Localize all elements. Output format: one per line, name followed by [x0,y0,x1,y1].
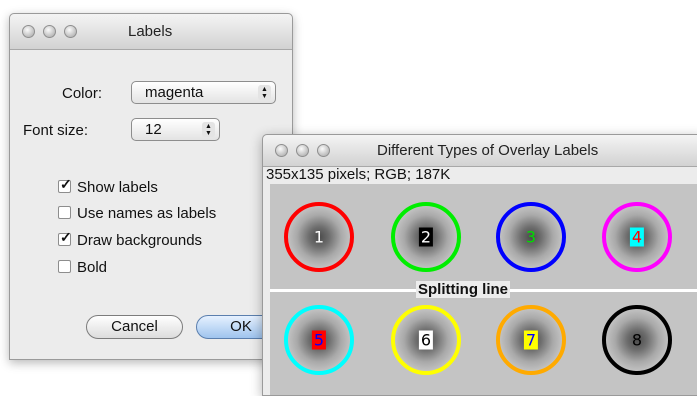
font-size-select-value: 12 [145,121,162,138]
checkmark-icon: ✓ [60,229,72,245]
font-size-select[interactable]: 12 ▲ ▼ [131,118,220,141]
bold-label: Bold [77,259,108,276]
close-window-icon[interactable] [22,25,35,38]
checkmark-icon: ✓ [60,176,72,192]
checkbox-box[interactable] [58,260,71,273]
zoom-window-icon[interactable] [317,144,330,157]
circle-label-5: 5 [311,330,327,350]
labels-title-bar[interactable]: Labels [10,14,292,50]
draw-backgrounds-checkbox[interactable]: ✓ Draw backgrounds [58,229,203,249]
circle-1: 1 [284,202,354,272]
cancel-button[interactable]: Cancel [86,315,183,339]
draw-backgrounds-label: Draw backgrounds [77,232,203,249]
image-canvas[interactable]: 1 2 3 4 Splitting line 5 6 7 8 [270,184,697,395]
use-names-as-labels-checkbox[interactable]: Use names as labels [58,205,216,222]
color-label: Color: [62,85,103,102]
circle-2: 2 [391,202,461,272]
circle-5: 5 [284,305,354,375]
minimize-window-icon[interactable] [296,144,309,157]
circle-4: 4 [602,202,672,272]
labels-dialog: Labels Color: magenta ▲ ▼ Font size: 12 ▲… [9,13,293,360]
font-size-label: Font size: [23,122,89,139]
checkbox-box[interactable]: ✓ [58,176,72,193]
circle-6: 6 [391,305,461,375]
circle-label-3: 3 [525,227,537,247]
circle-label-4: 4 [629,227,645,247]
circle-label-8: 8 [631,330,643,350]
circle-label-1: 1 [313,227,325,247]
zoom-window-icon[interactable] [64,25,77,38]
use-names-as-labels-label: Use names as labels [77,205,217,222]
bold-checkbox[interactable]: Bold [58,259,107,276]
circle-3: 3 [496,202,566,272]
circle-label-7: 7 [523,330,539,350]
checkbox-box[interactable] [58,206,71,219]
splitting-line-label: Splitting line [416,281,510,298]
circle-8: 8 [602,305,672,375]
popup-arrows-icon: ▲ ▼ [258,85,271,100]
overlay-title-bar[interactable]: Different Types of Overlay Labels [263,135,697,167]
close-window-icon[interactable] [275,144,288,157]
popup-arrows-icon: ▲ ▼ [202,122,215,137]
overlay-window-title: Different Types of Overlay Labels [377,142,599,159]
labels-dialog-title: Labels [128,23,173,40]
minimize-window-icon[interactable] [43,25,56,38]
color-select[interactable]: magenta ▲ ▼ [131,81,276,104]
show-labels-label: Show labels [77,179,158,196]
circle-label-2: 2 [418,227,434,247]
show-labels-checkbox[interactable]: ✓ Show labels [58,176,158,196]
image-info-text: 355x135 pixels; RGB; 187K [266,166,451,183]
checkbox-box[interactable]: ✓ [58,229,72,246]
color-select-value: magenta [145,84,204,101]
circle-7: 7 [496,305,566,375]
circle-label-6: 6 [418,330,434,350]
overlay-labels-window: Different Types of Overlay Labels 355x13… [262,134,697,396]
